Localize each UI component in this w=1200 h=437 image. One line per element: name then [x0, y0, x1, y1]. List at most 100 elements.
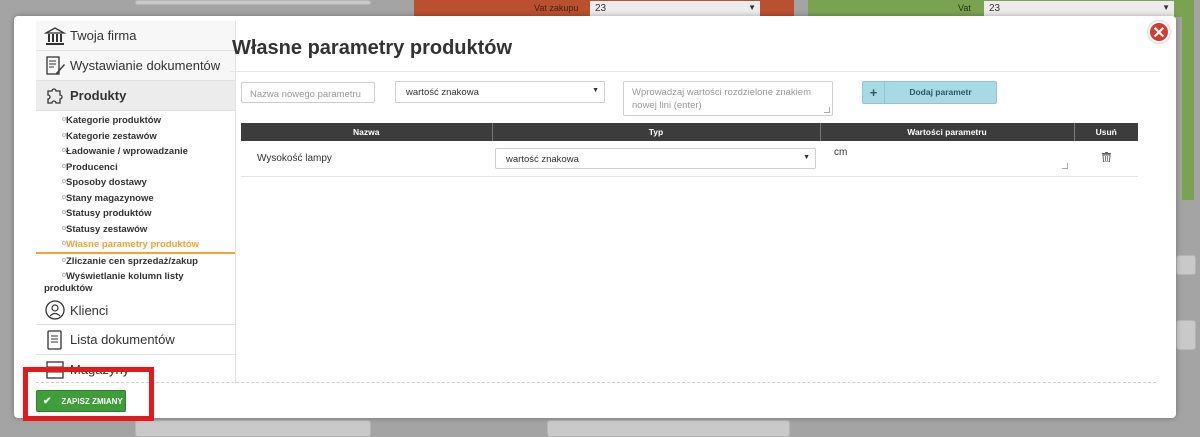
- bg-green-strip: [1182, 0, 1194, 200]
- row-delete-cell: [1074, 141, 1138, 177]
- page-title: Własne parametry produktów: [232, 37, 513, 59]
- submenu-item-label: Ładowanie / wprowadzanie: [66, 146, 188, 157]
- parameter-type-value: wartość znakowa: [406, 87, 479, 98]
- submenu-item-active[interactable]: Własne parametry produktów: [36, 237, 235, 254]
- highlight-box: [23, 367, 154, 421]
- bullet-icon: [62, 273, 66, 277]
- document-list-icon: [44, 329, 66, 351]
- bg-vat-select: 23 ▼: [984, 1, 1174, 17]
- sidebar-item-lista-dokumentow[interactable]: Lista dokumentów: [36, 325, 235, 355]
- bullet-icon: [62, 210, 66, 214]
- user-icon: [44, 299, 66, 321]
- bg-field: [547, 420, 790, 437]
- submenu-item-label: Stany magazynowe: [66, 192, 154, 204]
- resize-grip-icon: [824, 107, 830, 113]
- trash-icon[interactable]: [1101, 151, 1111, 165]
- submenu-item[interactable]: Statusy produktów: [36, 206, 235, 222]
- submenu-item-label: Statusy produktów: [66, 208, 152, 219]
- submenu-item-label: Własne parametry produktów: [66, 239, 200, 250]
- resize-grip-icon: [1062, 163, 1068, 170]
- column-header-nazwa: Nazwa: [241, 123, 493, 141]
- divider: [230, 71, 1160, 72]
- bullet-icon: [62, 179, 66, 183]
- parameters-table: Nazwa Typ Wartości parametru Usuń Wysoko…: [241, 123, 1138, 177]
- submenu-item[interactable]: Ładowanie / wprowadzanie: [36, 144, 235, 160]
- submenu-item-label: Zliczanie cen sprzedaż/zakup: [66, 255, 198, 267]
- add-parameter-button[interactable]: + Dodaj parametr: [862, 81, 997, 104]
- submenu-item[interactable]: Kategorie zestawów: [36, 129, 235, 145]
- row-type-cell: wartość znakowa ▼: [492, 141, 820, 177]
- submenu-item-label: Kategorie produktów: [66, 115, 162, 126]
- settings-sidebar: Twoja firma Wystawianie dokumentów Produ…: [36, 21, 236, 383]
- puzzle-icon: [44, 85, 66, 107]
- caret-down-icon: ▼: [748, 3, 756, 12]
- close-icon[interactable]: ✕: [1148, 21, 1170, 43]
- sidebar-item-label: Klienci: [70, 302, 109, 318]
- sidebar-item-wystawianie-dokumentow[interactable]: Wystawianie dokumentów: [36, 51, 235, 81]
- sidebar-item-label: Wystawianie dokumentów: [70, 58, 221, 73]
- sidebar-item-label: Twoja firma: [70, 28, 137, 43]
- bg-vat-zakupu-value: 23: [595, 3, 607, 14]
- submenu-item-label: Statusy zestawów: [66, 223, 148, 235]
- add-parameter-label: Dodaj parametr: [909, 87, 972, 97]
- bg-vat-zakupu-label: Vat zakupu: [534, 3, 579, 13]
- bg-field: [1176, 320, 1196, 350]
- submenu-item[interactable]: Zliczanie cen sprzedaż/zakup: [36, 254, 235, 270]
- parameter-type-select[interactable]: wartość znakowa ▼: [395, 81, 605, 103]
- bg-field: [135, 0, 371, 5]
- document-edit-icon: [44, 55, 66, 77]
- table-header-row: Nazwa Typ Wartości parametru Usuń: [241, 123, 1138, 141]
- row-values-textarea[interactable]: cm: [820, 145, 1070, 171]
- bullet-icon: [62, 257, 66, 262]
- submenu-item-label: Sposoby dostawy: [66, 177, 147, 188]
- submenu-item[interactable]: Wyświetlanie kolumn listy produktów: [36, 269, 235, 296]
- submenu-item[interactable]: Kategorie produktów: [36, 113, 235, 129]
- bg-vat-label: Vat: [958, 3, 971, 13]
- row-values-text: cm: [834, 147, 848, 159]
- bg-vat-zakupu-select: 23 ▼: [590, 1, 760, 17]
- sidebar-item-label: Lista dokumentów: [70, 332, 175, 347]
- bg-field: [1176, 255, 1196, 275]
- bullet-icon: [62, 225, 66, 230]
- sidebar-item-klienci[interactable]: Klienci: [36, 296, 235, 325]
- sidebar-item-twoja-firma[interactable]: Twoja firma: [36, 21, 235, 51]
- bank-icon: [44, 25, 66, 47]
- plus-icon: +: [863, 82, 885, 103]
- main-content: Własne parametry produktów Nazwa nowego …: [224, 16, 1174, 386]
- modal-dialog: Twoja firma Wystawianie dokumentów Produ…: [14, 16, 1176, 418]
- sidebar-item-label: Produkty: [70, 88, 127, 103]
- submenu-item[interactable]: Sposoby dostawy: [36, 175, 235, 191]
- bullet-icon: [62, 163, 66, 168]
- bullet-icon: [62, 148, 66, 152]
- submenu-item[interactable]: Stany magazynowe: [36, 191, 235, 207]
- submenu-item-label: Producenci: [66, 161, 118, 173]
- row-name-cell: Wysokość lampy: [241, 141, 492, 177]
- bg-vat-value: 23: [989, 3, 1001, 14]
- bullet-icon: [62, 241, 66, 245]
- row-type-value: wartość znakowa: [506, 153, 579, 165]
- column-header-wartosci: Wartości parametru: [820, 123, 1075, 141]
- submenu-item[interactable]: Statusy zestawów: [36, 222, 235, 238]
- column-header-typ: Typ: [492, 123, 821, 141]
- table-row: Wysokość lampy wartość znakowa ▼ cm: [241, 141, 1138, 177]
- submenu-item-label: Wyświetlanie kolumn listy: [66, 271, 184, 282]
- parameter-values-textarea[interactable]: Wprowadzaj wartości rozdzielone znakiem …: [623, 81, 833, 116]
- row-values-cell: cm: [820, 141, 1074, 177]
- sidebar-item-produkty[interactable]: Produkty: [36, 81, 235, 111]
- bullet-icon: [62, 132, 66, 137]
- row-type-select[interactable]: wartość znakowa ▼: [495, 147, 816, 169]
- bg-field: [135, 420, 371, 437]
- submenu-item-label-cont: produktów: [44, 282, 93, 294]
- bg-vat-panel: Vat 23 ▼: [808, 0, 1192, 17]
- new-parameter-name-input[interactable]: Nazwa nowego parametru: [241, 82, 375, 103]
- caret-down-icon: ▼: [1162, 3, 1170, 12]
- submenu-item[interactable]: Producenci: [36, 160, 235, 176]
- bg-vat-zakupu-panel: Vat zakupu 23 ▼: [414, 0, 794, 17]
- bullet-icon: [62, 117, 66, 121]
- footer-divider: [36, 382, 1156, 383]
- bullet-icon: [62, 194, 66, 199]
- column-header-usun: Usuń: [1074, 123, 1138, 141]
- chevron-down-icon: ▼: [803, 153, 810, 161]
- products-submenu: Kategorie produktów Kategorie zestawów Ł…: [36, 111, 235, 296]
- submenu-item-label: Kategorie zestawów: [66, 130, 157, 142]
